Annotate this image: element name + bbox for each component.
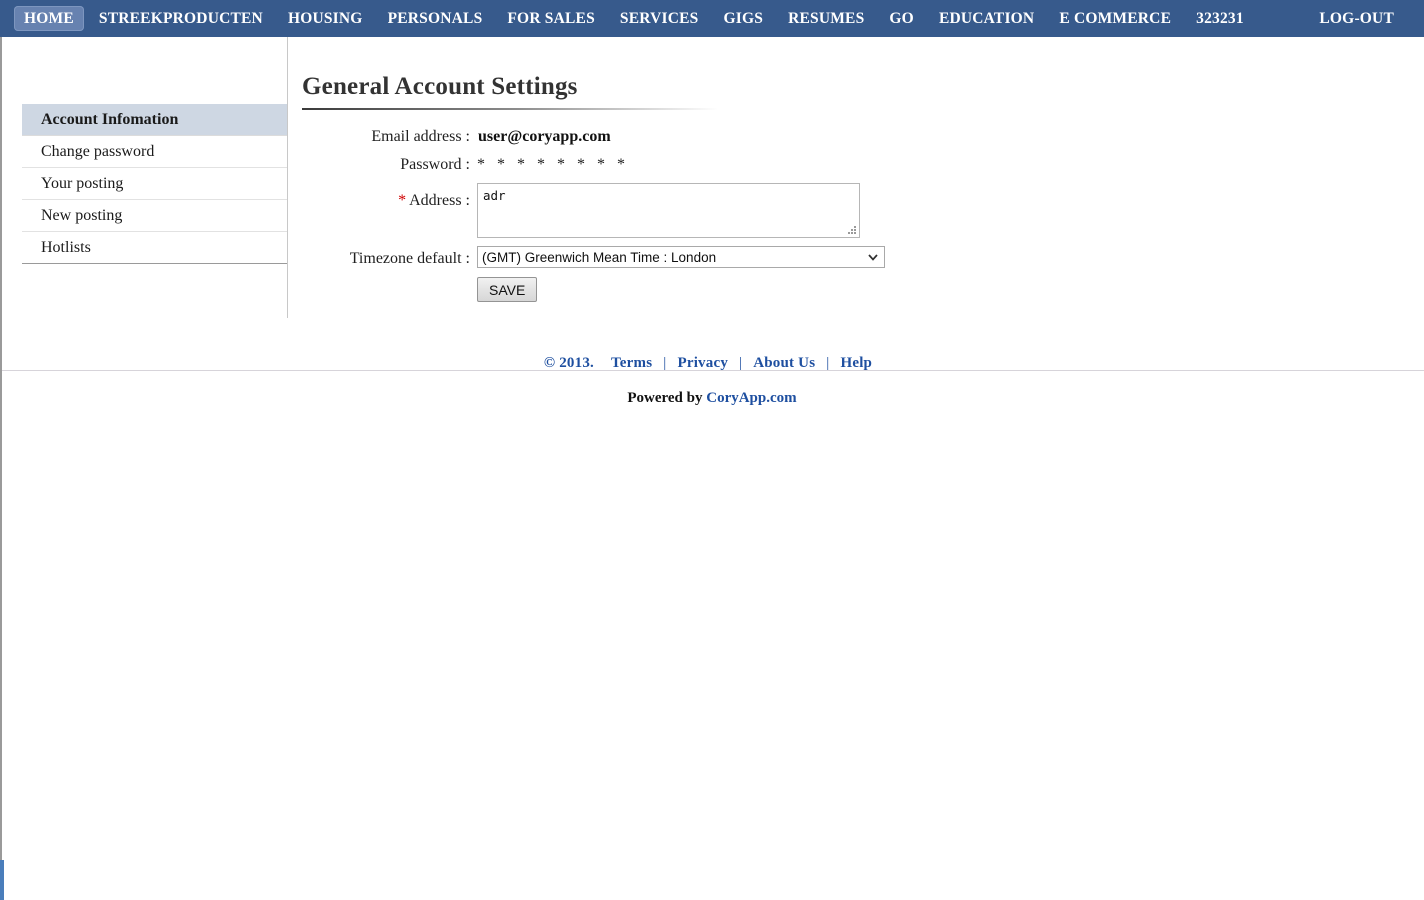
main-navigation: HOME STREEKPRODUCTEN HOUSING PERSONALS F… [0, 0, 1424, 37]
form-row-password: Password : * * * * * * * * [302, 155, 1402, 175]
nav-item-logout[interactable]: LOG-OUT [1309, 6, 1404, 32]
left-page-accent-bar [0, 860, 4, 900]
footer-link-terms[interactable]: Terms [603, 355, 660, 371]
sidebar-item-change-password[interactable]: Change password [22, 136, 287, 168]
nav-item-e-commerce[interactable]: E COMMERCE [1049, 6, 1181, 32]
sidebar-item-new-posting[interactable]: New posting [22, 200, 287, 232]
nav-item-education[interactable]: EDUCATION [929, 6, 1044, 32]
footer-link-privacy[interactable]: Privacy [669, 355, 736, 371]
address-label: *Address : [302, 183, 477, 211]
page-title: General Account Settings [302, 37, 1402, 101]
footer-powered-by: Powered by CoryApp.com [0, 390, 1424, 407]
footer-link-help[interactable]: Help [832, 355, 880, 371]
main-panel: General Account Settings Email address :… [302, 37, 1402, 310]
form-row-address: *Address : [302, 183, 1402, 238]
title-underline [302, 108, 718, 110]
email-label: Email address : [302, 127, 477, 147]
address-input-wrapper [477, 183, 860, 238]
required-asterisk-icon: * [398, 192, 409, 209]
nav-item-323231[interactable]: 323231 [1186, 6, 1254, 32]
nav-item-personals[interactable]: PERSONALS [378, 6, 493, 32]
save-button[interactable]: SAVE [477, 277, 537, 302]
nav-item-gigs[interactable]: GIGS [714, 6, 774, 32]
footer-links-row: © 2013.Terms|Privacy|About Us|Help [0, 345, 1424, 372]
nav-item-streekproducten[interactable]: STREEKPRODUCTEN [89, 6, 273, 32]
email-value: user@coryapp.com [477, 127, 611, 147]
nav-item-services[interactable]: SERVICES [610, 6, 709, 32]
sidebar-divider [287, 37, 288, 318]
form-row-email: Email address : user@coryapp.com [302, 127, 1402, 147]
general-account-settings-form: Email address : user@coryapp.com Passwor… [302, 127, 1402, 302]
footer-copyright: © 2013. [544, 355, 603, 371]
nav-item-for-sales[interactable]: FOR SALES [497, 6, 605, 32]
account-sidebar: Account Infomation Change password Your … [22, 37, 287, 264]
sidebar-item-account-information[interactable]: Account Infomation [22, 104, 287, 136]
sidebar-item-hotlists[interactable]: Hotlists [22, 232, 287, 264]
page-root: HOME STREEKPRODUCTEN HOUSING PERSONALS F… [0, 0, 1424, 900]
footer-link-about-us[interactable]: About Us [745, 355, 823, 371]
footer-link-coryapp[interactable]: CoryApp.com [706, 390, 796, 406]
timezone-label: Timezone default : [302, 246, 477, 269]
content-area: Account Infomation Change password Your … [0, 37, 1424, 333]
nav-item-resumes[interactable]: RESUMES [778, 6, 874, 32]
timezone-select[interactable]: (GMT) Greenwich Mean Time : London [477, 246, 885, 268]
password-label: Password : [302, 155, 477, 175]
timezone-select-wrapper: (GMT) Greenwich Mean Time : London [477, 246, 885, 268]
powered-by-text: Powered by [627, 390, 706, 406]
address-input[interactable] [477, 183, 860, 238]
nav-item-housing[interactable]: HOUSING [278, 6, 373, 32]
address-label-text: Address : [409, 192, 470, 209]
password-masked-value: * * * * * * * * [477, 155, 629, 175]
nav-item-go[interactable]: GO [879, 6, 924, 32]
page-footer: © 2013.Terms|Privacy|About Us|Help Power… [0, 345, 1424, 407]
sidebar-item-your-posting[interactable]: Your posting [22, 168, 287, 200]
form-row-save: SAVE [302, 277, 1402, 302]
form-row-timezone: Timezone default : (GMT) Greenwich Mean … [302, 246, 1402, 269]
nav-item-home[interactable]: HOME [14, 6, 84, 32]
footer-separator-2: | [736, 355, 745, 371]
